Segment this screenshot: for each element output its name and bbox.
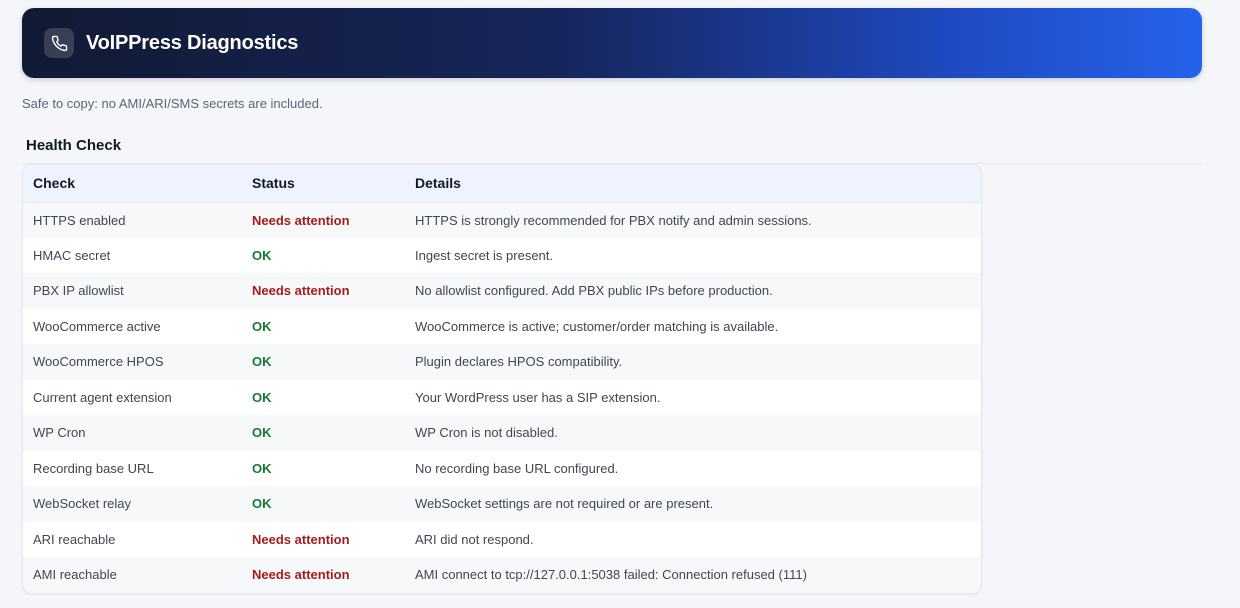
status-badge: OK xyxy=(252,247,272,263)
check-details: Plugin declares HPOS compatibility. xyxy=(415,354,623,370)
check-name: WebSocket relay xyxy=(33,496,132,512)
privacy-note: Safe to copy: no AMI/ARI/SMS secrets are… xyxy=(22,96,323,111)
table-row: WebSocket relay OK WebSocket settings are … xyxy=(23,486,981,522)
check-name: WooCommerce HPOS xyxy=(33,354,164,370)
check-name: AMI reachable xyxy=(33,567,117,583)
status-badge: Needs attention xyxy=(252,283,350,299)
table-row: Recording base URL OK No recording base UR… xyxy=(23,450,981,486)
status-badge: OK xyxy=(252,460,272,476)
table-row: Current agent extension OK Your WordPress … xyxy=(23,379,981,415)
column-header-details: Details xyxy=(405,165,981,203)
table-row: WooCommerce HPOS OK Plugin declares HPOS c… xyxy=(23,344,981,380)
check-name: PBX IP allowlist xyxy=(33,283,124,299)
status-badge: Needs attention xyxy=(252,567,350,583)
health-check-table: Check Status Details HTTPS enabled Needs … xyxy=(22,164,982,594)
check-name: Recording base URL xyxy=(33,460,154,476)
table-row: WooCommerce active OK WooCommerce is activ… xyxy=(23,308,981,344)
check-details: No recording base URL configured. xyxy=(415,460,619,476)
section-title: Health Check xyxy=(26,137,122,154)
check-details: AMI connect to tcp://127.0.0.1:5038 fail… xyxy=(415,567,807,583)
table-row: HTTPS enabled Needs attention HTTPS is str… xyxy=(23,202,981,238)
status-badge: OK xyxy=(252,496,272,512)
check-details: HTTPS is strongly recommended for PBX no… xyxy=(415,212,812,228)
status-badge: OK xyxy=(252,389,272,405)
check-details: WebSocket settings are not required or a… xyxy=(415,496,714,512)
table-row: AMI reachable Needs attention AMI connect … xyxy=(23,557,981,593)
table-row: WP Cron OK WP Cron is not disabled. xyxy=(23,415,981,451)
check-name: Current agent extension xyxy=(33,389,172,405)
check-name: HTTPS enabled xyxy=(33,212,126,228)
table-row: HMAC secret OK Ingest secret is present. xyxy=(23,237,981,273)
page-header: VoIPPress Diagnostics xyxy=(22,8,1202,78)
column-header-check: Check xyxy=(23,165,242,203)
check-details: No allowlist configured. Add PBX public … xyxy=(415,283,773,299)
table-row: PBX IP allowlist Needs attention No allowl… xyxy=(23,273,981,309)
status-badge: OK xyxy=(252,425,272,441)
table-row: ARI reachable Needs attention ARI did not … xyxy=(23,521,981,557)
check-details: ARI did not respond. xyxy=(415,531,534,547)
table-header-row: Check Status Details xyxy=(23,165,981,203)
check-name: WooCommerce active xyxy=(33,318,161,334)
check-details: WooCommerce is active; customer/order ma… xyxy=(415,318,779,334)
page-title: VoIPPress Diagnostics xyxy=(86,31,299,54)
check-details: Ingest secret is present. xyxy=(415,247,554,263)
check-details: Your WordPress user has a SIP extension. xyxy=(415,389,661,405)
check-details: WP Cron is not disabled. xyxy=(415,425,558,441)
check-name: ARI reachable xyxy=(33,531,116,547)
status-badge: OK xyxy=(252,354,272,370)
check-name: HMAC secret xyxy=(33,247,111,263)
check-name: WP Cron xyxy=(33,425,86,441)
phone-icon xyxy=(44,28,74,58)
status-badge: OK xyxy=(252,318,272,334)
column-header-status: Status xyxy=(242,165,405,203)
status-badge: Needs attention xyxy=(252,531,350,547)
status-badge: Needs attention xyxy=(252,212,350,228)
